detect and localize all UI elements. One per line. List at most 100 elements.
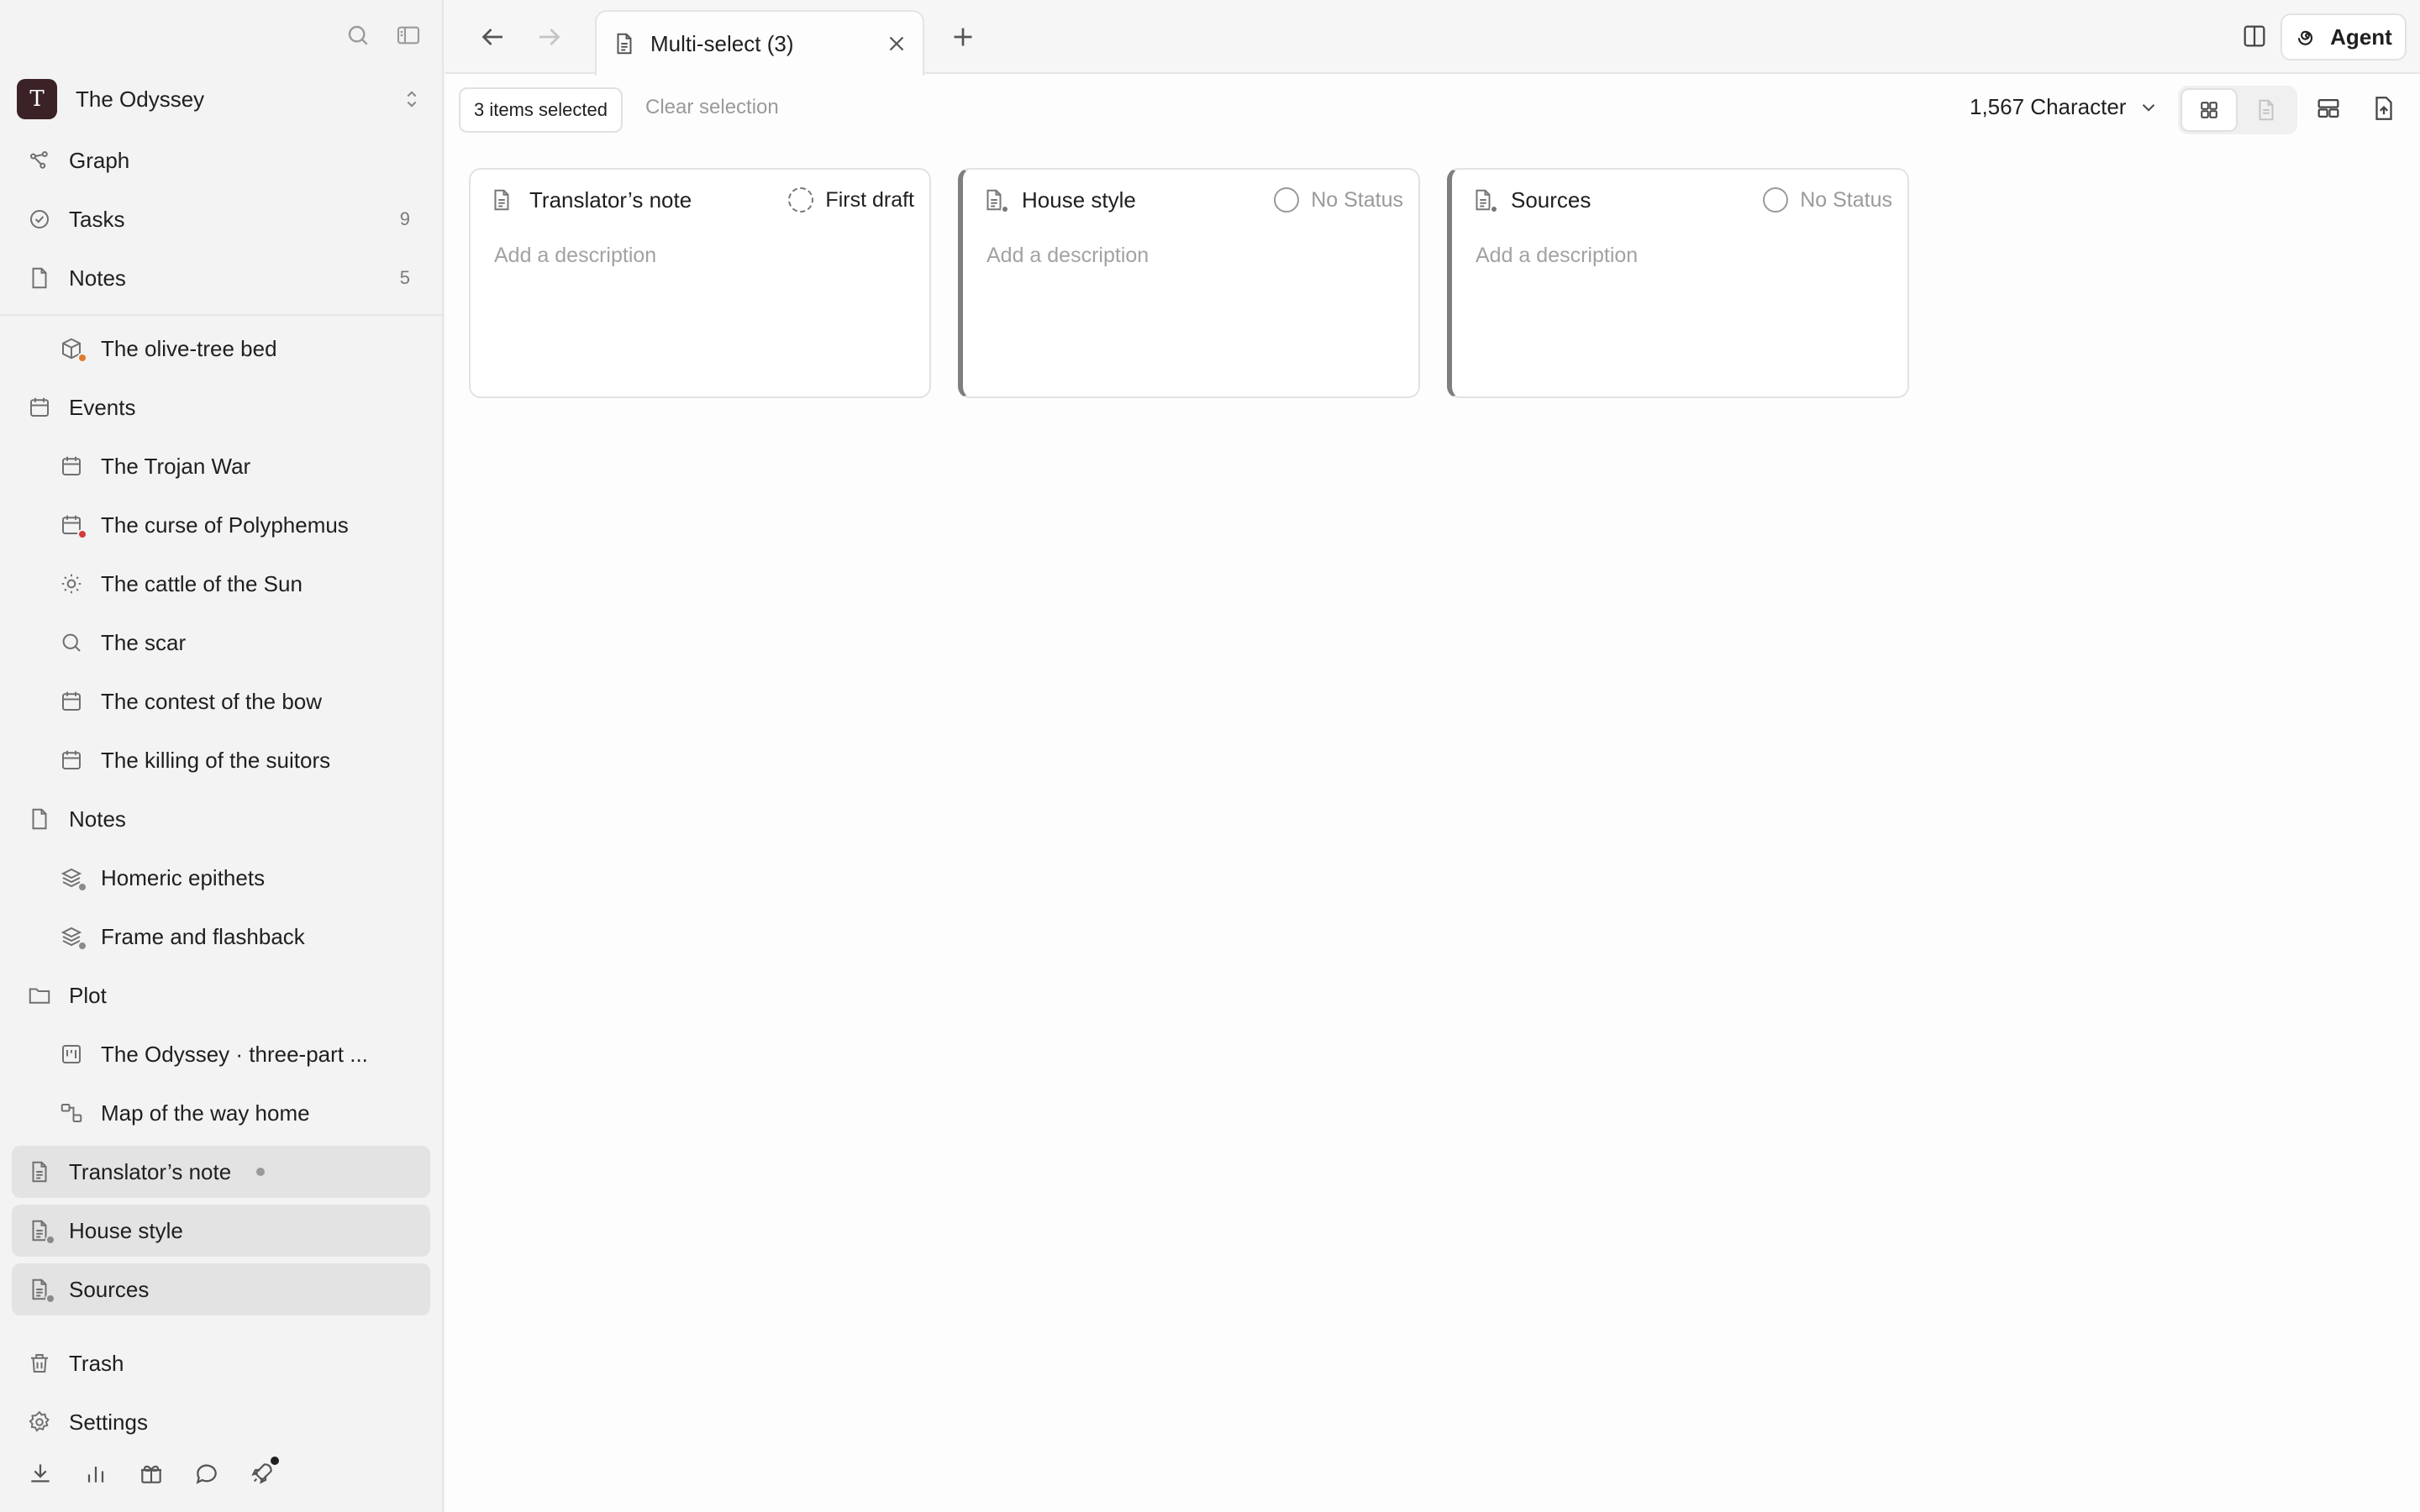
split-view-icon[interactable] [2240, 22, 2269, 50]
card-title: Translator’s note [529, 186, 692, 213]
agent-button-label: Agent [2330, 24, 2392, 50]
sidebar-footer-actions [27, 1457, 279, 1487]
sidebar-item-sources[interactable]: Sources [12, 1263, 430, 1315]
sidebar-item-the-odyssey-three-part[interactable]: The Odyssey · three-part ... [12, 1028, 430, 1080]
item-count: 5 [399, 267, 410, 288]
download-icon[interactable] [27, 1460, 54, 1487]
close-icon[interactable] [884, 31, 909, 56]
chat-icon[interactable] [193, 1460, 220, 1487]
sidebar-item-the-curse-of-polyphemus[interactable]: The curse of Polyphemus [12, 499, 430, 551]
cube-icon-wrapper [59, 336, 87, 363]
item-count: 9 [399, 208, 410, 229]
gift-icon[interactable] [138, 1460, 165, 1487]
sidebar-item-label: Plot [69, 982, 107, 1008]
rocket-icon[interactable] [249, 1457, 279, 1487]
card-description-input[interactable]: Add a description [494, 244, 656, 268]
sidebar-item-label: The contest of the bow [101, 688, 323, 714]
sidebar: T The Odyssey Graph Tasks 9 Notes 5 The olive… [0, 0, 444, 1512]
note-icon [27, 806, 52, 832]
card-house-style[interactable]: House style No Status Add a description [958, 168, 1420, 398]
calendar-icon-wrapper [59, 748, 84, 773]
status-selector[interactable]: No Status [1763, 187, 1892, 213]
sidebar-item-label: Homeric epithets [101, 864, 266, 890]
sidebar-item-label: The olive-tree bed [101, 335, 277, 361]
status-selector[interactable]: No Status [1274, 187, 1403, 213]
sidebar-item-label: The curse of Polyphemus [101, 512, 349, 538]
sidebar-item-label: The Trojan War [101, 453, 251, 479]
status-badge-dot [77, 941, 87, 951]
sidebar-item-the-killing-of-the-suitors[interactable]: The killing of the suitors [12, 734, 430, 786]
workspace-switcher[interactable]: T The Odyssey [17, 79, 427, 119]
sidebar-item-label: The Odyssey · three-part ... [101, 1041, 368, 1067]
sidebar-item-label: House style [69, 1217, 183, 1243]
search-icon[interactable] [345, 22, 371, 49]
sidebar-item-events[interactable]: Events [12, 381, 430, 433]
sidebar-item-notes[interactable]: Notes [12, 793, 430, 845]
stats-icon[interactable] [82, 1460, 109, 1487]
spiral-icon [2295, 24, 2320, 50]
layout-icon[interactable] [2314, 94, 2343, 123]
sidebar-item-graph[interactable]: Graph [12, 134, 430, 186]
sidebar-item-label: Trash [69, 1350, 124, 1376]
folder-icon [27, 983, 52, 1008]
back-arrow-icon[interactable] [477, 22, 508, 52]
sidebar-item-house-style[interactable]: House style [12, 1205, 430, 1257]
sun-icon [59, 571, 84, 596]
grid-view-button[interactable] [2181, 88, 2238, 132]
board-icon-wrapper [59, 1042, 84, 1067]
main-area: Multi-select (3) Agent 3 items selected … [445, 0, 2420, 1512]
folder-icon-wrapper [27, 983, 52, 1008]
card-header: House style No Status [981, 183, 1403, 217]
card-header: Translator’s note First draft [489, 183, 914, 217]
note-icon-wrapper [27, 265, 52, 291]
sidebar-toggle-icon[interactable] [395, 22, 422, 49]
sidebar-item-the-contest-of-the-bow[interactable]: The contest of the bow [12, 675, 430, 727]
card-description-input[interactable]: Add a description [986, 244, 1149, 268]
card-sources[interactable]: Sources No Status Add a description [1447, 168, 1909, 398]
status-circle-icon [788, 187, 814, 213]
card-description-input[interactable]: Add a description [1476, 244, 1638, 268]
sidebar-item-the-trojan-war[interactable]: The Trojan War [12, 440, 430, 492]
status-badge-dot [77, 882, 87, 892]
map-flow-icon-wrapper [59, 1100, 84, 1126]
sun-icon-wrapper [59, 571, 84, 596]
sidebar-item-trash[interactable]: Trash [12, 1337, 430, 1389]
card-title: Sources [1511, 186, 1591, 213]
plus-icon[interactable] [948, 22, 978, 52]
grid-icon [2196, 97, 2222, 123]
selection-toolbar: 3 items selected Clear selection 1,567 C… [445, 84, 2420, 134]
unsaved-dot [256, 1168, 266, 1176]
status-selector[interactable]: First draft [788, 187, 914, 213]
status-label: No Status [1800, 187, 1892, 212]
chevron-down-icon [2138, 97, 2160, 118]
workspace-avatar: T [17, 79, 57, 119]
tab-title: Multi-select (3) [650, 30, 794, 56]
sidebar-item-the-scar[interactable]: The scar [12, 617, 430, 669]
export-icon[interactable] [2370, 94, 2398, 123]
sidebar-item-frame-and-flashback[interactable]: Frame and flashback [12, 911, 430, 963]
sidebar-item-homeric-epithets[interactable]: Homeric epithets [12, 852, 430, 904]
sidebar-divider [0, 314, 442, 316]
sidebar-item-plot[interactable]: Plot [12, 969, 430, 1021]
sidebar-item-the-olive-tree-bed[interactable]: The olive-tree bed [12, 323, 430, 375]
forward-arrow-icon[interactable] [534, 22, 565, 52]
sidebar-item-settings[interactable]: Settings [12, 1396, 430, 1448]
agent-button[interactable]: Agent [2281, 13, 2407, 60]
search-icon-wrapper [59, 630, 84, 655]
calendar-icon-wrapper [59, 454, 84, 479]
document-icon-wrapper [1470, 187, 1498, 213]
tab-multi-select[interactable]: Multi-select (3) [595, 10, 924, 76]
sidebar-item-label: Notes [69, 265, 126, 291]
character-count-dropdown[interactable]: 1,567 Character [1970, 94, 2160, 120]
clear-selection-link[interactable]: Clear selection [645, 96, 779, 119]
sidebar-item-the-cattle-of-the-sun[interactable]: The cattle of the Sun [12, 558, 430, 610]
document-view-button[interactable] [2238, 88, 2295, 132]
task-check-icon [27, 207, 52, 232]
sidebar-item-tasks[interactable]: Tasks 9 [12, 193, 430, 245]
sidebar-item-translator-s-note[interactable]: Translator’s note [12, 1146, 430, 1198]
calendar-icon [59, 454, 84, 479]
graph-icon-wrapper [27, 148, 52, 173]
card-translator-s-note[interactable]: Translator’s note First draft Add a descri… [469, 168, 931, 398]
sidebar-item-map-of-the-way-home[interactable]: Map of the way home [12, 1087, 430, 1139]
sidebar-item-notes[interactable]: Notes 5 [12, 252, 430, 304]
